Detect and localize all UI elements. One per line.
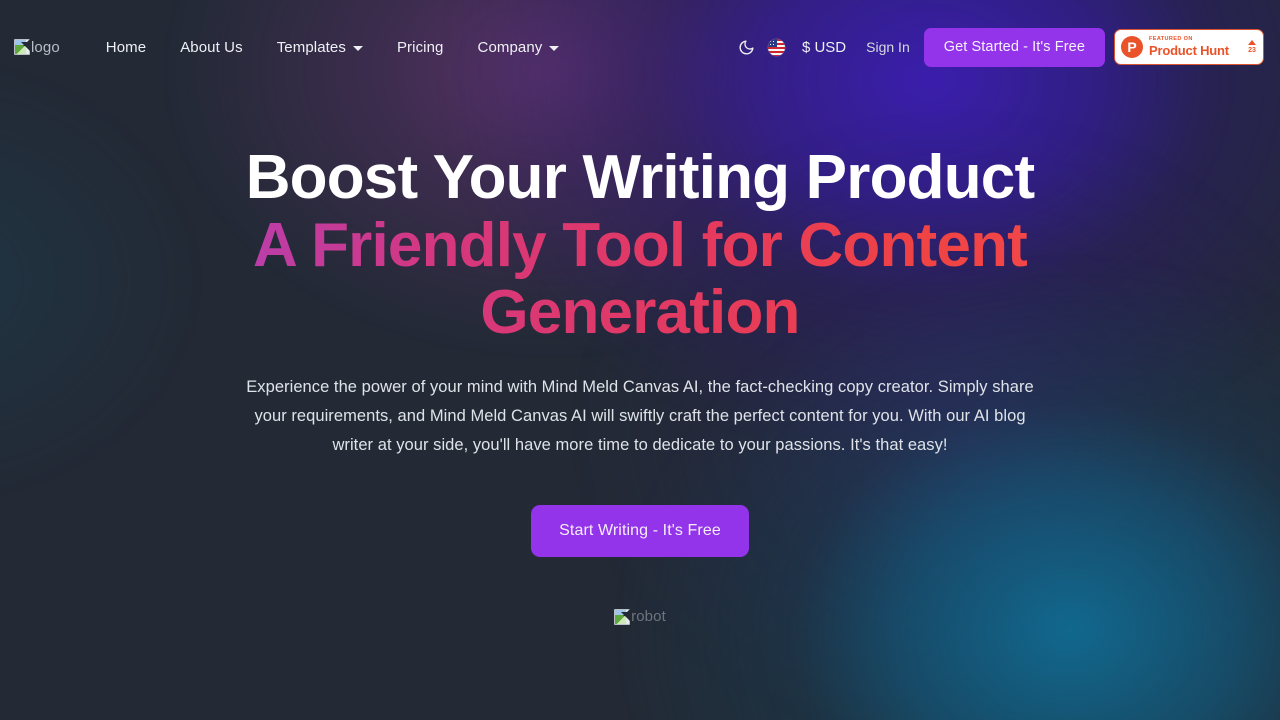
product-hunt-kicker: FEATURED ON [1149, 36, 1193, 43]
product-hunt-name: Product Hunt [1149, 42, 1229, 58]
product-hunt-badge[interactable]: P FEATURED ON Product Hunt 23 [1114, 29, 1264, 65]
sign-in-link[interactable]: Sign In [866, 39, 910, 55]
moon-icon [738, 39, 755, 56]
nav-item-pricing-label: Pricing [396, 38, 444, 56]
chevron-down-icon [352, 45, 363, 51]
hero-title-line-3: Generation [220, 279, 1060, 347]
product-hunt-upvote[interactable]: 23 [1248, 40, 1256, 54]
language-selector-button[interactable] [762, 32, 792, 62]
broken-image-icon [14, 38, 31, 55]
start-writing-button[interactable]: Start Writing - It's Free [531, 504, 749, 557]
site-header: logo Home About Us Templates Pricing Com… [0, 0, 1280, 94]
nav-item-templates[interactable]: Templates [277, 39, 363, 56]
logo-link[interactable]: logo [14, 38, 60, 56]
logo-alt-text: logo [31, 38, 60, 56]
header-actions: $ USD Sign In Get Started - It's Free P … [732, 27, 1264, 67]
theme-toggle-button[interactable] [732, 32, 762, 62]
product-hunt-icon: P [1121, 36, 1143, 58]
logo-broken-image: logo [14, 38, 60, 56]
robot-alt-text: robot [631, 608, 666, 626]
nav-item-about-us[interactable]: About Us [180, 39, 243, 56]
us-flag-icon [768, 38, 786, 56]
chevron-down-icon [549, 45, 560, 51]
landing-page: logo Home About Us Templates Pricing Com… [0, 0, 1280, 720]
nav-item-about-us-label: About Us [180, 38, 243, 56]
nav-item-home-label: Home [105, 38, 147, 56]
upvote-triangle-icon [1248, 40, 1256, 45]
hero-subtitle: Experience the power of your mind with M… [246, 377, 1034, 454]
robot-broken-image: robot [614, 607, 666, 626]
nav-item-pricing[interactable]: Pricing [397, 39, 444, 56]
currency-selector[interactable]: $ USD [802, 39, 846, 56]
hero-section: Boost Your Writing Product A Friendly To… [0, 94, 1280, 625]
get-started-button[interactable]: Get Started - It's Free [923, 27, 1105, 67]
main-navigation: Home About Us Templates Pricing Company [106, 39, 560, 56]
broken-image-icon [614, 607, 632, 625]
hero-cta-wrapper: Start Writing - It's Free [0, 504, 1280, 557]
hero-title-line-2: A Friendly Tool for Content [220, 211, 1060, 280]
nav-item-templates-label: Templates [276, 38, 346, 56]
nav-item-home[interactable]: Home [106, 39, 146, 56]
hero-title-line-1: Boost Your Writing Product [245, 143, 1035, 212]
product-hunt-upvote-count: 23 [1248, 47, 1256, 54]
hero-illustration: robot [0, 607, 1280, 626]
nav-item-company-label: Company [477, 38, 543, 56]
product-hunt-text: FEATURED ON Product Hunt [1149, 37, 1244, 57]
nav-item-company[interactable]: Company [478, 39, 560, 56]
page-title: Boost Your Writing Product A Friendly To… [220, 144, 1060, 347]
